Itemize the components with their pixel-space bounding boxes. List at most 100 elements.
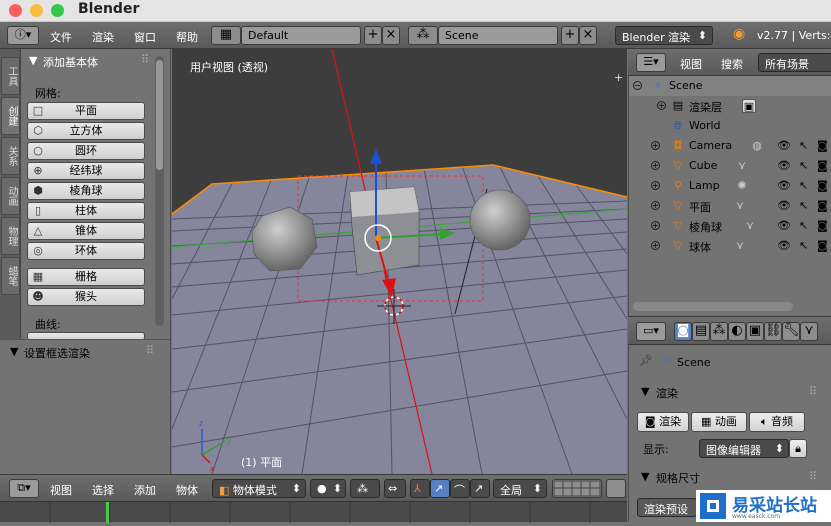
- expand-icon[interactable]: +: [651, 221, 660, 230]
- collapse-arrow-icon[interactable]: ▼: [641, 470, 649, 483]
- z-arrow-head[interactable]: [370, 149, 382, 164]
- cursor-select-icon[interactable]: ↖: [799, 199, 808, 212]
- add-region-icon[interactable]: +: [614, 71, 623, 84]
- render-toggle-icon[interactable]: ◙: [817, 159, 828, 172]
- drag-handle-icon[interactable]: ⠿: [809, 470, 817, 483]
- add-cylinder-button[interactable]: ▯ 柱体: [27, 202, 145, 220]
- close-window-button[interactable]: [9, 4, 22, 17]
- outliner-row[interactable]: + ▽ 球体 ⋎ 👁︎ ↖ ◙: [629, 236, 831, 256]
- cursor-select-icon[interactable]: ↖: [799, 139, 808, 152]
- add-circle-button[interactable]: ○ 圆环: [27, 142, 145, 160]
- outliner-row[interactable]: 🌐︎ World: [629, 116, 831, 136]
- menu-window[interactable]: 窗口: [134, 29, 156, 45]
- outliner-row[interactable]: + ⚲ Lamp ✺ 👁︎ ↖ ◙: [629, 176, 831, 196]
- add-cube-button[interactable]: ⬡ 立方体: [27, 122, 145, 140]
- world-context-icon[interactable]: ◐: [728, 322, 746, 341]
- cursor-select-icon[interactable]: ↖: [799, 179, 808, 192]
- editor-type-menu[interactable]: ⧉▾: [9, 479, 39, 498]
- render-engine-select[interactable]: Blender 渲染 ⬍: [615, 26, 713, 45]
- tab-physics[interactable]: 物理: [1, 217, 20, 255]
- add-plane-button[interactable]: □ 平面: [27, 102, 145, 120]
- menu-file[interactable]: 文件: [50, 29, 72, 45]
- menu-select[interactable]: 选择: [92, 482, 114, 498]
- render-toggle-icon[interactable]: ◙: [817, 179, 828, 192]
- render-toggle-icon[interactable]: ◙: [817, 199, 828, 212]
- add-screen-button[interactable]: +: [364, 26, 382, 45]
- add-scene-button[interactable]: +: [561, 26, 579, 45]
- dimensions-panel-title[interactable]: 规格尺寸: [656, 470, 700, 486]
- expand-icon[interactable]: +: [651, 161, 660, 170]
- outliner-menu-view[interactable]: 视图: [680, 56, 702, 72]
- tab-animation[interactable]: 动画: [1, 177, 20, 215]
- constraints-context-icon[interactable]: ⛓: [764, 322, 782, 341]
- collapse-arrow-icon[interactable]: ▼: [10, 345, 18, 358]
- add-monkey-button[interactable]: ☻ 猴头: [27, 288, 145, 306]
- menu-object[interactable]: 物体: [176, 482, 198, 498]
- outliner-item-label[interactable]: 渲染层: [689, 99, 722, 115]
- manipulator-extra-button[interactable]: ↗: [470, 479, 490, 498]
- eye-icon[interactable]: 👁︎: [777, 199, 791, 212]
- outliner-row[interactable]: + ▽ 平面 ⋎ 👁︎ ↖ ◙: [629, 196, 831, 216]
- delete-scene-button[interactable]: ×: [579, 26, 597, 45]
- outliner-row[interactable]: + ▤ 渲染层 ▣: [629, 96, 831, 116]
- screen-layout-icon[interactable]: ▦: [211, 26, 241, 45]
- outliner-item-label[interactable]: Camera: [689, 139, 732, 152]
- lock-interface-button[interactable]: 🔒︎: [789, 439, 807, 458]
- animation-button[interactable]: ▦ 动画: [691, 412, 747, 432]
- 3d-viewport[interactable]: z y x +: [172, 49, 627, 474]
- object-context-icon[interactable]: ▣: [746, 322, 764, 341]
- expand-icon[interactable]: +: [651, 201, 660, 210]
- outliner-menu-search[interactable]: 搜索: [721, 56, 743, 72]
- cursor-select-icon[interactable]: ↖: [799, 219, 808, 232]
- scene-icon[interactable]: ⁂: [408, 26, 438, 45]
- outliner-row[interactable]: + ▽ 棱角球 ⋎ 👁︎ ↖ ◙: [629, 216, 831, 236]
- rotate-manipulator-button[interactable]: ↗: [430, 479, 450, 498]
- render-toggle-icon[interactable]: ◙: [817, 219, 828, 232]
- outliner-row[interactable]: + ▽ Cube ⋎ 👁︎ ↖ ◙: [629, 156, 831, 176]
- operator-panel-title[interactable]: 设置框选渲染: [24, 345, 90, 361]
- pivot-point-select[interactable]: ⁂: [350, 479, 380, 498]
- render-toggle-icon[interactable]: ◙: [817, 139, 828, 152]
- outliner-item-label[interactable]: Scene: [669, 79, 703, 92]
- menu-render[interactable]: 渲染: [92, 29, 114, 45]
- mode-select[interactable]: ◧ 物体模式 ⬍: [212, 479, 306, 498]
- menu-help[interactable]: 帮助: [176, 29, 198, 45]
- tab-tools[interactable]: 工具: [1, 57, 20, 95]
- expand-icon[interactable]: +: [651, 141, 660, 150]
- menu-view[interactable]: 视图: [50, 482, 72, 498]
- render-layers-context-icon[interactable]: ▤: [692, 322, 710, 341]
- outliner-display-filter[interactable]: 所有场景: [758, 53, 831, 72]
- playhead[interactable]: [106, 502, 109, 523]
- data-context-icon[interactable]: ⋎: [800, 322, 818, 341]
- pin-icon[interactable]: 📌︎: [639, 354, 653, 367]
- timeline[interactable]: [0, 501, 627, 523]
- tab-create[interactable]: 创建: [1, 97, 20, 135]
- collapse-arrow-icon[interactable]: ▼: [29, 54, 37, 67]
- render-toggle-icon[interactable]: ◙: [817, 239, 828, 252]
- eye-icon[interactable]: 👁︎: [777, 179, 791, 192]
- zoom-window-button[interactable]: [51, 4, 64, 17]
- translate-manipulator-button[interactable]: ⅄: [410, 479, 430, 498]
- delete-screen-button[interactable]: ×: [382, 26, 400, 45]
- menu-add[interactable]: 添加: [134, 482, 156, 498]
- manipulator-toggle[interactable]: ⇔: [384, 479, 406, 498]
- expand-icon[interactable]: +: [651, 181, 660, 190]
- drag-handle-icon[interactable]: ⠿: [809, 385, 817, 398]
- outliner-item-label[interactable]: 棱角球: [689, 219, 722, 235]
- outliner-row[interactable]: − ✧ Scene: [629, 76, 831, 96]
- expand-icon[interactable]: +: [651, 241, 660, 250]
- layer-buttons[interactable]: [552, 479, 602, 498]
- toolshelf-scrollbar-thumb[interactable]: [156, 60, 163, 170]
- transform-orientation-select[interactable]: 全局 ⬍: [493, 479, 547, 498]
- outliner-item-label[interactable]: Cube: [689, 159, 717, 172]
- tab-relations[interactable]: 关系: [1, 137, 20, 175]
- add-cone-button[interactable]: △ 锥体: [27, 222, 145, 240]
- cursor-select-icon[interactable]: ↖: [799, 239, 808, 252]
- audio-button[interactable]: 🔈︎ 音频: [749, 412, 805, 432]
- eye-icon[interactable]: 👁︎: [777, 219, 791, 232]
- render-panel-title[interactable]: 渲染: [656, 385, 678, 401]
- modifiers-context-icon[interactable]: 🔧︎: [782, 322, 800, 341]
- add-ico-sphere-button[interactable]: ⬢ 棱角球: [27, 182, 145, 200]
- outliner-item-label[interactable]: 球体: [689, 239, 711, 255]
- drag-handle-icon[interactable]: ⠿: [141, 53, 149, 66]
